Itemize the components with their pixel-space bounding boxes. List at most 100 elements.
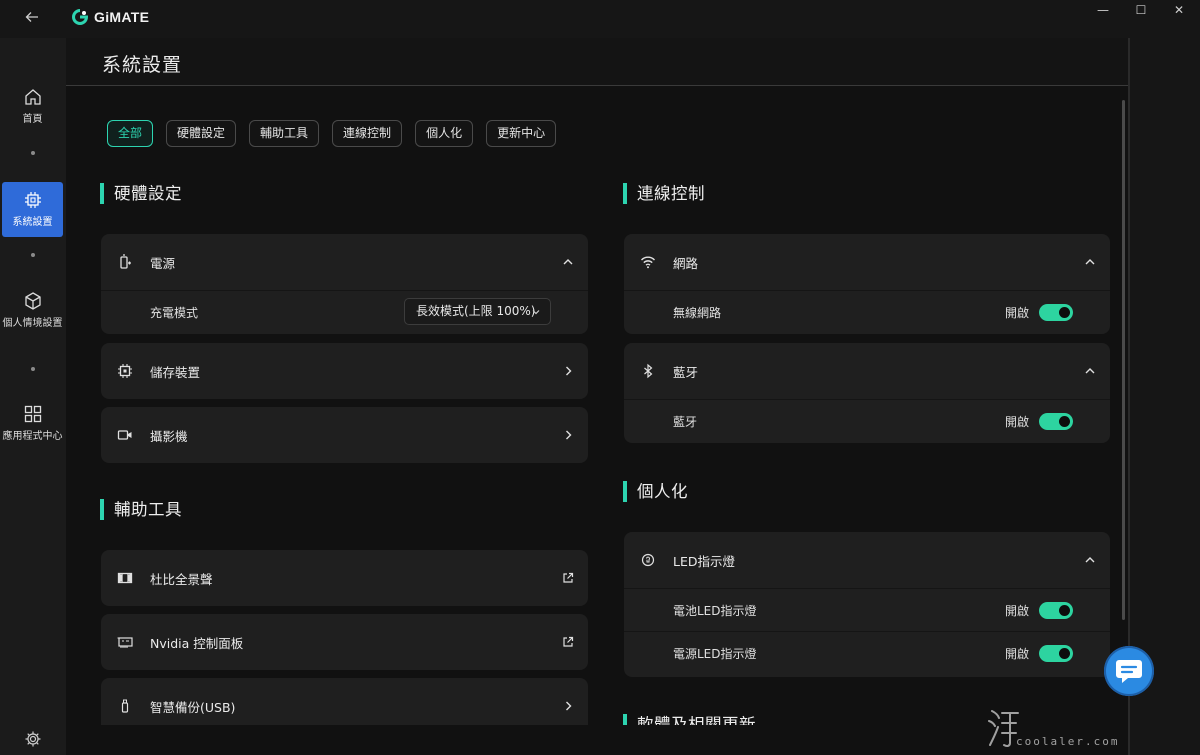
led-row[interactable]: LED指示燈 xyxy=(624,532,1110,588)
tab-hardware[interactable]: 硬體設定 xyxy=(166,120,237,147)
chat-button[interactable] xyxy=(1104,646,1154,696)
wireless-state: 開啟 xyxy=(1004,306,1029,320)
power-row[interactable]: 電源 xyxy=(101,234,588,290)
wireless-label: 無線網路 xyxy=(673,306,722,320)
dolby-card[interactable]: 杜比全景聲 xyxy=(101,550,588,606)
toggle-knob xyxy=(1059,605,1070,616)
wireless-toggle[interactable] xyxy=(1039,304,1073,321)
nvidia-card[interactable]: Nvidia 控制面板 xyxy=(101,614,588,670)
toggle-knob xyxy=(1059,648,1070,659)
section-title-hardware: 硬體設定 xyxy=(100,183,182,204)
cube-icon xyxy=(24,292,41,310)
charge-mode-label: 充電模式 xyxy=(150,306,199,320)
led-card: LED指示燈 電池LED指示燈 開啟 電源LED指示燈 開啟 xyxy=(624,532,1110,677)
section-title-updates: 軟體及相關更新 xyxy=(623,714,823,725)
camera-icon xyxy=(117,430,132,440)
external-link-icon xyxy=(563,572,574,583)
charge-mode-select[interactable]: 長效模式(上限 100%) xyxy=(404,298,551,325)
scrollbar[interactable] xyxy=(1122,100,1125,620)
maximize-button[interactable]: ☐ xyxy=(1122,0,1160,20)
chevron-right-icon xyxy=(566,366,572,376)
app-window: GiMATE — ☐ ✕ 首頁 系統設置 個人情境設置 應用程式中心 系統設置 … xyxy=(0,0,1200,755)
tab-connection[interactable]: 連線控制 xyxy=(332,120,403,147)
network-label: 網路 xyxy=(673,255,699,271)
sidebar-item-label: 個人情境設置 xyxy=(2,318,63,329)
minimize-button[interactable]: — xyxy=(1084,0,1122,20)
power-led-row: 電源LED指示燈 開啟 xyxy=(624,631,1110,674)
watermark: coolaler.com xyxy=(984,705,1134,753)
chevron-right-icon xyxy=(566,430,572,440)
sidebar-item-label: 應用程式中心 xyxy=(2,431,63,442)
gear-icon[interactable] xyxy=(24,730,42,748)
sidebar-divider-dot xyxy=(31,253,35,257)
camera-card[interactable]: 攝影機 xyxy=(101,407,588,463)
back-arrow-icon[interactable] xyxy=(20,8,44,30)
bt-label: 藍牙 xyxy=(673,415,698,429)
wireless-row: 無線網路 開啟 xyxy=(624,290,1110,333)
toggle-knob xyxy=(1059,416,1070,427)
chevron-up-icon[interactable] xyxy=(1084,554,1096,566)
sidebar-item-personal-scenario[interactable]: 個人情境設置 xyxy=(2,291,63,346)
page-title: 系統設置 xyxy=(102,54,183,76)
bluetooth-card: 藍牙 藍牙 開啟 xyxy=(624,343,1110,443)
bluetooth-icon xyxy=(644,363,653,379)
usb-icon xyxy=(121,699,129,713)
camera-label: 攝影機 xyxy=(150,428,188,444)
backup-card[interactable]: 智慧備份(USB) xyxy=(101,678,588,725)
sidebar-item-home[interactable]: 首頁 xyxy=(2,87,63,129)
tab-update-center[interactable]: 更新中心 xyxy=(486,120,557,147)
bt-toggle[interactable] xyxy=(1039,413,1073,430)
chevron-up-icon[interactable] xyxy=(1084,256,1096,268)
bluetooth-row[interactable]: 藍牙 xyxy=(624,343,1110,399)
gimate-logo-icon xyxy=(72,9,88,25)
sidebar-item-label: 系統設置 xyxy=(12,217,53,228)
nvidia-label: Nvidia 控制面板 xyxy=(150,635,244,651)
bt-state: 開啟 xyxy=(1004,415,1029,429)
led-label: LED指示燈 xyxy=(673,553,735,569)
sidebar-item-system-settings[interactable]: 系統設置 xyxy=(2,182,63,237)
sidebar-item-app-center[interactable]: 應用程式中心 xyxy=(2,404,63,459)
storage-label: 儲存裝置 xyxy=(150,364,201,380)
tab-personalization[interactable]: 個人化 xyxy=(415,120,474,147)
tab-all[interactable]: 全部 xyxy=(107,120,154,147)
power-label: 電源 xyxy=(150,255,176,271)
backup-row[interactable]: 智慧備份(USB) xyxy=(101,678,588,725)
storage-row[interactable]: 儲存裝置 xyxy=(101,343,588,399)
section-title-tools: 輔助工具 xyxy=(100,499,182,520)
sidebar: 首頁 系統設置 個人情境設置 應用程式中心 xyxy=(0,38,66,755)
chevron-down-icon xyxy=(532,310,540,315)
chevron-up-icon[interactable] xyxy=(562,256,574,268)
title-bar: GiMATE — ☐ ✕ xyxy=(0,0,1200,38)
tab-tools[interactable]: 輔助工具 xyxy=(249,120,320,147)
charge-mode-row: 充電模式 長效模式(上限 100%) xyxy=(101,290,588,333)
sidebar-item-label: 首頁 xyxy=(22,114,43,125)
wifi-icon xyxy=(640,256,656,269)
battery-led-toggle[interactable] xyxy=(1039,602,1073,619)
backup-label: 智慧備份(USB) xyxy=(150,699,236,715)
gpu-card-icon xyxy=(117,637,133,648)
network-card: 網路 無線網路 開啟 xyxy=(624,234,1110,334)
storage-card[interactable]: 儲存裝置 xyxy=(101,343,588,399)
chevron-up-icon[interactable] xyxy=(1084,365,1096,377)
close-button[interactable]: ✕ xyxy=(1160,0,1198,20)
dolby-icon xyxy=(117,572,133,584)
dolby-row[interactable]: 杜比全景聲 xyxy=(101,550,588,606)
battery-led-label: 電池LED指示燈 xyxy=(673,604,757,618)
power-card: 電源 充電模式 長效模式(上限 100%) xyxy=(101,234,588,334)
battery-led-state: 開啟 xyxy=(1004,604,1029,618)
network-row[interactable]: 網路 xyxy=(624,234,1110,290)
dolby-label: 杜比全景聲 xyxy=(150,571,213,587)
section-title-connection: 連線控制 xyxy=(623,183,705,204)
led-icon xyxy=(641,553,655,567)
camera-row[interactable]: 攝影機 xyxy=(101,407,588,463)
nvidia-row[interactable]: Nvidia 控制面板 xyxy=(101,614,588,670)
toggle-knob xyxy=(1059,307,1070,318)
chevron-right-icon xyxy=(566,701,572,711)
bluetooth-label: 藍牙 xyxy=(673,364,699,380)
chip-icon xyxy=(24,192,41,208)
power-led-toggle[interactable] xyxy=(1039,645,1073,662)
battery-led-row: 電池LED指示燈 開啟 xyxy=(624,588,1110,631)
sidebar-divider-dot xyxy=(31,367,35,371)
home-icon xyxy=(24,89,41,105)
chat-bubble-icon xyxy=(1116,660,1142,683)
